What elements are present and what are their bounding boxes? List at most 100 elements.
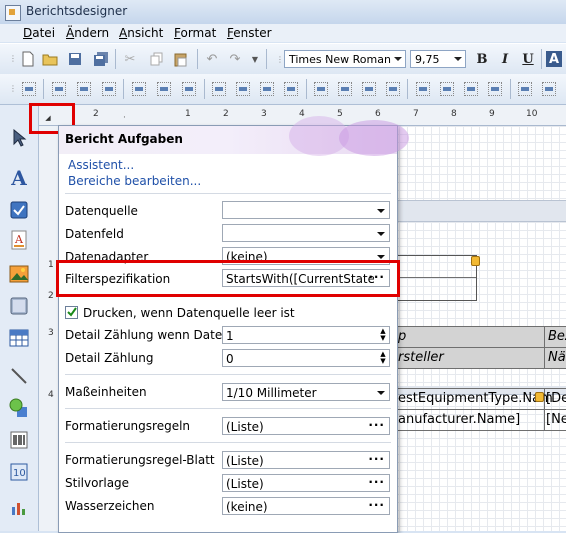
font-color-button[interactable]: A (546, 51, 562, 67)
paste-icon[interactable] (173, 51, 189, 67)
richtext-tool-icon[interactable]: A (8, 229, 30, 251)
align-to-grid-icon[interactable] (22, 82, 36, 96)
bold-button[interactable]: B (474, 51, 490, 67)
chart-tool-icon[interactable] (8, 497, 30, 519)
table-header-cell[interactable]: Bez (548, 329, 566, 344)
align-bottom-icon[interactable] (182, 82, 196, 96)
svg-text:10: 10 (13, 468, 26, 479)
wasserzeichen-field[interactable]: (keine) ··· (222, 497, 390, 515)
smart-tag-icon[interactable] (471, 256, 480, 266)
toolbar-separator (123, 79, 124, 99)
toolbar-separator (115, 49, 116, 69)
horizontal-spacing-remove-icon[interactable] (386, 82, 400, 96)
vertical-spacing-increase-icon[interactable] (440, 82, 454, 96)
horizontal-spacing-increase-icon[interactable] (338, 82, 352, 96)
drucken-checkbox[interactable] (65, 306, 78, 319)
ellipsis-button[interactable]: ··· (368, 418, 385, 432)
ruler-number: 10 (526, 109, 538, 119)
stilvorlage-field[interactable]: (Liste) ··· (222, 474, 390, 492)
open-folder-icon[interactable] (42, 51, 58, 67)
subreport-tool-icon[interactable]: 10 (8, 461, 30, 483)
size-to-grid-icon[interactable] (284, 82, 298, 96)
formatierungsregeln-field[interactable]: (Liste) ··· (222, 417, 390, 435)
font-size-select[interactable]: 9,75 (410, 50, 466, 68)
same-width-icon[interactable] (212, 82, 226, 96)
line-tool-icon[interactable] (8, 365, 30, 387)
smart-tag-icon[interactable] (535, 392, 544, 402)
assistant-link[interactable]: Assistent... (68, 158, 134, 172)
font-name-select[interactable]: Times New Roman (284, 50, 406, 68)
toolbar-grip-icon: ⋮ (9, 53, 17, 63)
detail-zaehlung-spinner[interactable]: 0 ▲ ▼ (222, 349, 390, 367)
panel-tool-icon[interactable] (8, 295, 30, 317)
toolbar-separator (266, 49, 267, 69)
shape-tool-icon[interactable] (8, 397, 30, 419)
standard-toolbar: ⋮ ✂ ↶ ↷ ▼ ⋮ Times New Roman 9,75 B I U A (0, 43, 566, 75)
title-bar: Berichtsdesigner (0, 0, 566, 25)
chevron-down-icon (454, 57, 462, 61)
menu-fenster[interactable]: Fenster (227, 26, 272, 40)
ellipsis-button[interactable]: ··· (368, 452, 385, 466)
undo-icon[interactable]: ↶ (204, 51, 220, 67)
spinner-arrows-icon[interactable]: ▲ ▼ (379, 328, 387, 342)
window-title: Berichtsdesigner (26, 4, 128, 18)
datenquelle-select[interactable] (222, 201, 390, 219)
table-header-cell[interactable]: Näc (548, 350, 566, 365)
picture-tool-icon[interactable] (8, 263, 30, 285)
italic-button[interactable]: I (497, 51, 513, 67)
table-data-cell[interactable]: anufacturer.Name] (398, 412, 520, 427)
menu-aendern[interactable]: Ändern (66, 26, 109, 40)
table-header-cell[interactable]: rsteller (398, 350, 444, 365)
report-label-box[interactable] (390, 255, 477, 301)
chevron-down-icon[interactable]: ▼ (250, 51, 260, 67)
align-top-icon[interactable] (132, 82, 146, 96)
cut-icon[interactable]: ✂ (122, 51, 138, 67)
align-middle-icon[interactable] (157, 82, 171, 96)
vertical-spacing-equal-icon[interactable] (416, 82, 430, 96)
underline-button[interactable]: U (520, 51, 536, 67)
center-horizontally-icon[interactable] (518, 82, 532, 96)
align-left-icon[interactable] (52, 82, 66, 96)
wasserzeichen-value: (keine) (226, 500, 268, 514)
copy-icon[interactable] (149, 51, 165, 67)
toolbar-separator (204, 79, 205, 99)
same-height-icon[interactable] (236, 82, 250, 96)
table-tool-icon[interactable] (8, 327, 30, 349)
chevron-down-icon (377, 391, 385, 395)
detail-zaehlung-leer-spinner[interactable]: 1 ▲ ▼ (222, 326, 390, 344)
same-size-icon[interactable] (260, 82, 274, 96)
redo-icon[interactable]: ↷ (227, 51, 243, 67)
pointer-icon[interactable] (8, 127, 30, 149)
align-right-icon[interactable] (102, 82, 116, 96)
label-tool-icon[interactable]: A (8, 166, 30, 190)
align-center-icon[interactable] (77, 82, 91, 96)
toolbar-separator (407, 79, 408, 99)
tasks-panel-title: Bericht Aufgaben (65, 132, 183, 146)
spinner-arrows-icon[interactable]: ▲ ▼ (379, 351, 387, 365)
horizontal-spacing-decrease-icon[interactable] (362, 82, 376, 96)
center-vertically-icon[interactable] (542, 82, 556, 96)
edit-bands-link[interactable]: Bereiche bearbeiten... (68, 174, 201, 188)
vertical-spacing-decrease-icon[interactable] (464, 82, 478, 96)
save-icon[interactable] (67, 51, 83, 67)
detail-zaehlung-value: 0 (226, 352, 234, 366)
wasserzeichen-label: Wasserzeichen (65, 499, 155, 513)
ellipsis-button[interactable]: ··· (368, 498, 385, 512)
formatierungsregel-blatt-field[interactable]: (Liste) ··· (222, 451, 390, 469)
table-data-cell[interactable]: [Ne (546, 412, 566, 427)
menu-format[interactable]: Format (174, 26, 216, 40)
table-header-cell[interactable]: p (398, 329, 406, 344)
vertical-spacing-remove-icon[interactable] (488, 82, 502, 96)
menu-datei[interactable]: Datei (23, 26, 55, 40)
save-all-icon[interactable] (93, 51, 109, 67)
new-file-icon[interactable] (20, 51, 36, 67)
barcode-tool-icon[interactable] (8, 429, 30, 451)
menu-ansicht[interactable]: Ansicht (119, 26, 163, 40)
table-data-cell[interactable]: [De (546, 391, 566, 406)
datenfeld-select[interactable] (222, 224, 390, 242)
horizontal-spacing-equal-icon[interactable] (314, 82, 328, 96)
checkbox-tool-icon[interactable] (8, 199, 30, 221)
masseinheiten-select[interactable]: 1/10 Millimeter (222, 383, 390, 401)
table-data-cell[interactable]: estEquipmentType.Nam (398, 391, 553, 406)
ellipsis-button[interactable]: ··· (368, 475, 385, 489)
